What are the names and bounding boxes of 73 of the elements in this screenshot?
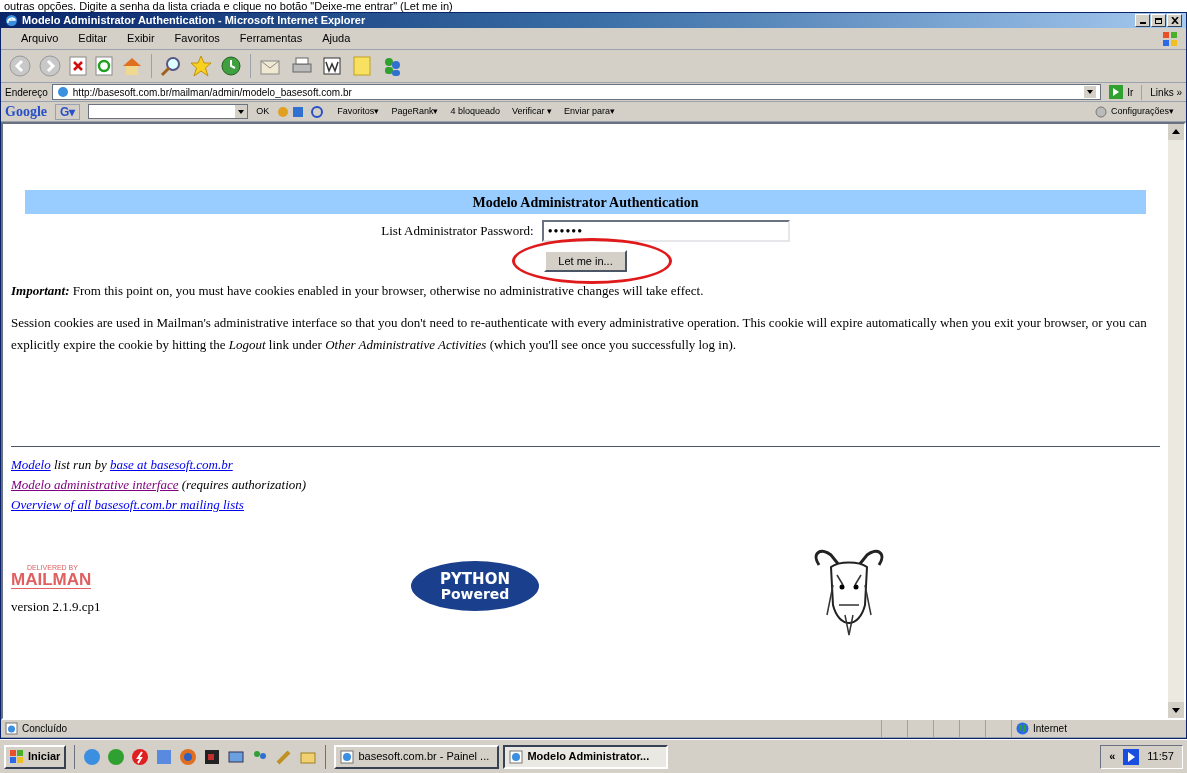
- menu-item[interactable]: Ajuda: [314, 30, 359, 47]
- google-menu-button[interactable]: G▾: [55, 103, 81, 120]
- menu-item[interactable]: Arquivo: [13, 30, 67, 47]
- taskbar-button[interactable]: Modelo Administrator...: [503, 744, 669, 769]
- let-me-in-button[interactable]: Let me in...: [544, 250, 627, 272]
- globe-icon: [1016, 722, 1029, 735]
- link[interactable]: Modelo administrative interface: [11, 477, 179, 492]
- toolbar-button[interactable]: 4 bloqueado: [450, 104, 500, 119]
- link[interactable]: Modelo: [11, 457, 51, 472]
- word-icon[interactable]: [321, 55, 343, 77]
- close-icon: [1170, 17, 1179, 24]
- footer-text: (requires authorization): [180, 477, 307, 492]
- taskbar-button[interactable]: basesoft.com.br - Painel ...: [334, 744, 500, 769]
- flash-icon[interactable]: [131, 747, 150, 766]
- browser-page-icon: [509, 749, 524, 764]
- menu-item[interactable]: Editar: [70, 30, 116, 47]
- clock: 11:57: [1147, 749, 1174, 765]
- zone-text: Internet: [1033, 722, 1067, 736]
- star-icon[interactable]: [190, 55, 212, 77]
- menu-item[interactable]: Exibir: [119, 30, 163, 47]
- window-title: Modelo Administrator Authentication - Microsoft Internet Explorer: [22, 13, 367, 29]
- browser-page-icon: [340, 749, 355, 764]
- back-icon[interactable]: [9, 55, 31, 77]
- links-label[interactable]: Links »: [1141, 84, 1182, 100]
- paragraph: Session cookies are used in Mailman's administrative interface so that you don't need to re-authenticate with every administrative operation. This cookie will expire automatically when you exit your browser, or you can explicitly expire the cookie by hitting the Logout link under Other Administrative Activities (which you'll see once you successfully log in).: [11, 314, 1148, 354]
- page-done-icon: [5, 722, 18, 735]
- version-text: version 2.1.9.cp1: [11, 598, 102, 616]
- password-label: List Administrator Password:: [381, 222, 534, 241]
- history-icon[interactable]: [220, 55, 242, 77]
- page-heading: Modelo Administrator Authentication: [472, 193, 699, 212]
- menu-item[interactable]: Favoritos: [166, 30, 228, 47]
- windows-logo-icon: [1162, 30, 1178, 47]
- stop-icon[interactable]: [69, 56, 87, 76]
- scroll-down-icon[interactable]: [1168, 702, 1184, 718]
- settings-button[interactable]: Configurações▾: [1094, 104, 1182, 119]
- go-button[interactable]: Ir: [1105, 84, 1138, 100]
- home-icon[interactable]: [121, 56, 143, 76]
- address-label: Endereço: [5, 85, 48, 100]
- footer-text: list run by: [52, 457, 108, 472]
- toolbar-button[interactable]: Favoritos▾: [337, 104, 380, 119]
- toolbar-button[interactable]: Enviar para▾: [564, 104, 615, 119]
- page-icon: [56, 86, 69, 98]
- circle-icon: [1094, 105, 1107, 118]
- search-dropdown[interactable]: [88, 104, 249, 119]
- caption-text: outras opções. Digite a senha da lista criada e clique no botão "Deixe-me entrar" (Let me in): [3, 0, 454, 12]
- menu-item[interactable]: Ferramentas: [231, 30, 311, 47]
- browser-icon[interactable]: [83, 747, 102, 766]
- google-logo: Google: [5, 103, 47, 121]
- password-field[interactable]: ••••••: [541, 220, 790, 242]
- tray-toggle[interactable]: «: [1109, 748, 1116, 765]
- link[interactable]: Overview of all basesoft.com.br mailing lists: [11, 497, 244, 512]
- start-button[interactable]: Iniciar: [4, 744, 67, 769]
- restore-button[interactable]: [1151, 14, 1166, 27]
- windows-logo-icon: [10, 749, 24, 764]
- link[interactable]: base at basesoft.com.br: [109, 457, 233, 472]
- toolbar-button[interactable]: Verificar ▾: [511, 104, 552, 119]
- browser-icon: [5, 14, 18, 27]
- search-icon[interactable]: [160, 55, 182, 77]
- python-logo: PYTHON Powered: [411, 561, 539, 611]
- terminal-icon[interactable]: [203, 747, 222, 766]
- ok-button[interactable]: OK: [256, 104, 270, 119]
- refresh-icon[interactable]: [95, 56, 113, 76]
- paragraph: Important: From this point on, you must have cookies enabled in your browser, otherwise no administrative changes will take effect.: [11, 282, 705, 300]
- close-button[interactable]: [1167, 14, 1182, 27]
- media-icon[interactable]: [1123, 748, 1140, 765]
- toolbar-button[interactable]: PageRank▾: [391, 104, 439, 119]
- window-icon[interactable]: [155, 747, 174, 766]
- scroll-up-icon[interactable]: [1168, 124, 1184, 140]
- firefox-icon[interactable]: [179, 747, 198, 766]
- status-text: Concluído: [22, 722, 68, 736]
- minimize-button[interactable]: [1135, 14, 1150, 27]
- address-field[interactable]: http://basesoft.com.br/mailman/admin/modelo_basesoft.com.br: [51, 84, 1102, 100]
- forward-icon[interactable]: [39, 55, 61, 77]
